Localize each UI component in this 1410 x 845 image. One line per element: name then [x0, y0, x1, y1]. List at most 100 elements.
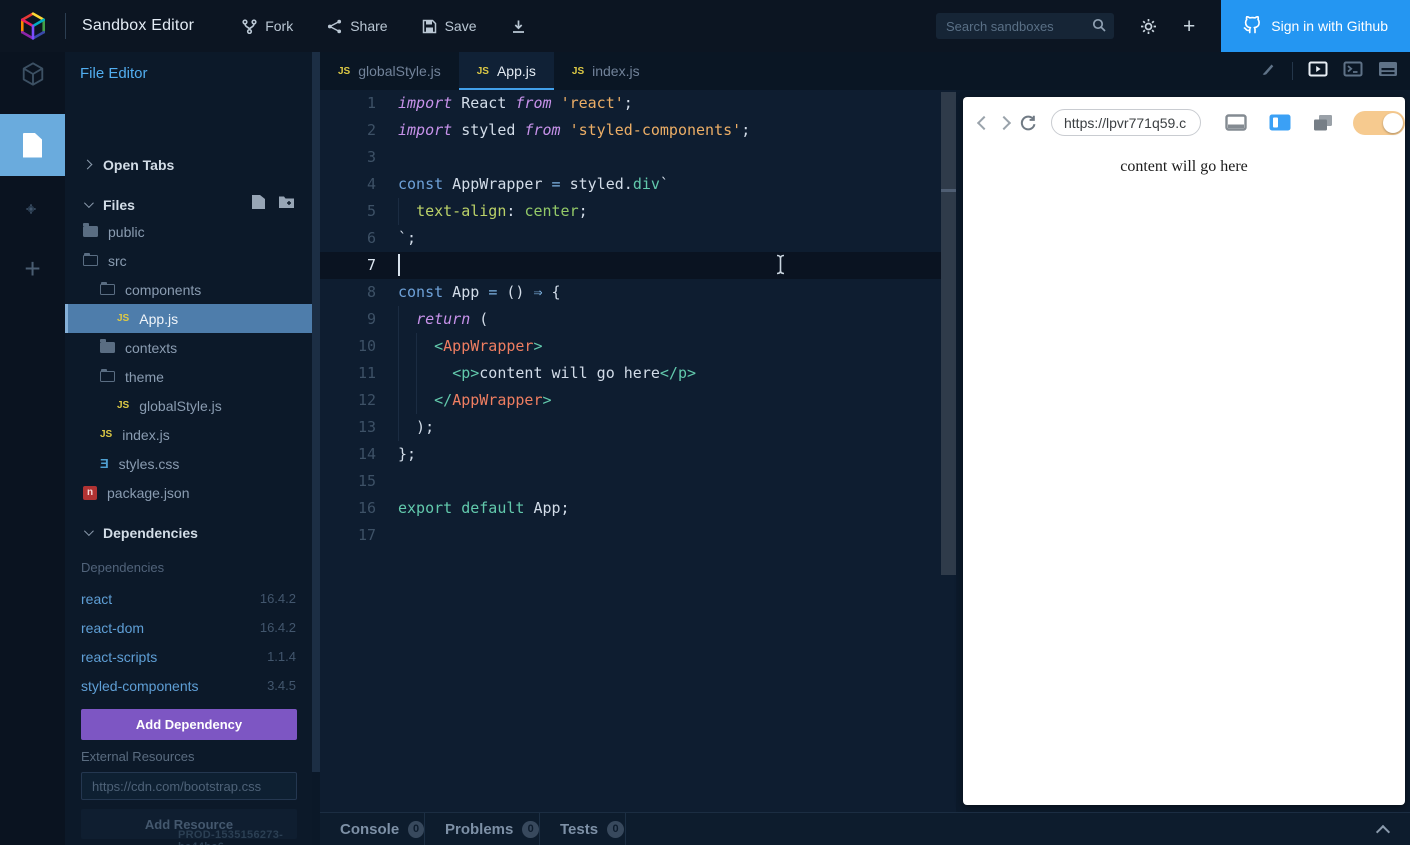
external-resource-input[interactable] [81, 772, 297, 800]
add-file-icon[interactable] [252, 195, 265, 214]
dependency-name: styled-components [81, 678, 199, 694]
split-view-icon[interactable] [1269, 114, 1291, 131]
forward-icon[interactable] [997, 115, 1011, 129]
files-section[interactable]: Files [65, 192, 312, 217]
tree-item-index-js[interactable]: JSindex.js [65, 420, 312, 449]
code-line-3: 3 [320, 144, 956, 171]
save-button[interactable]: Save [422, 18, 477, 34]
status-tab-problems[interactable]: Problems 0 [425, 813, 540, 845]
line-number: 2 [320, 117, 376, 144]
line-number: 3 [320, 144, 376, 171]
codesandbox-logo[interactable] [0, 0, 65, 52]
dependency-name: react [81, 591, 112, 607]
tree-item-styles-css[interactable]: Ǝstyles.css [65, 449, 312, 478]
tab-globalstyle-js[interactable]: JSglobalStyle.js [320, 52, 459, 90]
dependency-version: 1.1.4 [267, 649, 296, 664]
status-tab-console[interactable]: Console0 [320, 813, 425, 845]
tab-label: globalStyle.js [358, 63, 441, 79]
tab-label: App.js [497, 63, 536, 79]
layers-icon[interactable] [1313, 114, 1333, 132]
add-dependency-button[interactable]: Add Dependency [81, 709, 297, 740]
tree-item-globalstyle-js[interactable]: JSglobalStyle.js [65, 391, 312, 420]
npm-file-icon: n [83, 486, 97, 500]
mouse-ibeam-cursor [775, 254, 786, 279]
tree-item-label: src [108, 253, 127, 269]
rail-file-editor[interactable] [0, 114, 65, 176]
tree-item-src[interactable]: src [65, 246, 312, 275]
codesandbox-app: Sandbox Editor Fork Share [0, 0, 1410, 845]
monitor-icon[interactable] [1225, 114, 1247, 131]
file-editor-sidebar: File Editor Open Tabs Files publicsrccom… [65, 52, 312, 845]
paintbrush-icon[interactable] [1260, 60, 1277, 82]
code-line-5: 5 text-align: center; [320, 198, 956, 225]
code-line-9: 9 return ( [320, 306, 956, 333]
tree-item-public[interactable]: public [65, 217, 312, 246]
external-resources-label: External Resources [81, 749, 194, 764]
browser-view-icon[interactable] [1308, 61, 1328, 82]
tree-item-app-js[interactable]: JSApp.js [65, 304, 312, 333]
signin-github-button[interactable]: Sign in with Github [1221, 0, 1410, 52]
status-bar: Console0 Problems 0 Tests 0 [320, 812, 1410, 845]
tree-item-label: package.json [107, 485, 190, 501]
share-button[interactable]: Share [327, 18, 387, 34]
rail-sandbox-config[interactable] [0, 188, 65, 236]
editor-scrollbar[interactable] [941, 92, 956, 575]
editor-view-icon[interactable] [1378, 61, 1398, 82]
line-number: 13 [320, 414, 376, 441]
dependency-version: 16.4.2 [260, 620, 296, 635]
tree-item-theme[interactable]: theme [65, 362, 312, 391]
tab-index-js[interactable]: JSindex.js [554, 52, 658, 90]
line-number: 1 [320, 90, 376, 117]
js-file-icon: JS [117, 313, 129, 324]
tree-item-components[interactable]: components [65, 275, 312, 304]
tab-app-js[interactable]: JSApp.js [459, 52, 554, 90]
status-label: Problems [445, 821, 513, 838]
tree-item-contexts[interactable]: contexts [65, 333, 312, 362]
status-count-badge: 0 [522, 821, 539, 838]
dependency-react-scripts[interactable]: react-scripts1.1.4 [65, 642, 312, 671]
dependency-react[interactable]: react16.4.2 [65, 584, 312, 613]
url-input[interactable] [1051, 109, 1201, 136]
rail-add-icon[interactable]: + [0, 244, 65, 294]
tree-item-label: theme [125, 369, 164, 385]
code-line-13: 13 ); [320, 414, 956, 441]
search-input[interactable] [936, 19, 1150, 34]
preview-toggle[interactable] [1353, 111, 1405, 135]
rail-project-icon[interactable] [0, 52, 65, 100]
status-label: Tests [560, 821, 598, 838]
tree-item-label: styles.css [119, 456, 180, 472]
dependency-styled-components[interactable]: styled-components3.4.5 [65, 671, 312, 700]
line-number: 5 [320, 198, 376, 225]
code-line-8: 8const App = () ⇒ { [320, 279, 956, 306]
fork-button[interactable]: Fork [242, 18, 293, 34]
tree-item-label: globalStyle.js [139, 398, 222, 414]
line-number: 12 [320, 387, 376, 414]
add-folder-icon[interactable] [279, 195, 294, 214]
search-icon[interactable] [1092, 18, 1107, 38]
folder-open-icon [100, 284, 115, 295]
dependency-react-dom[interactable]: react-dom16.4.2 [65, 613, 312, 642]
file-icon [23, 133, 42, 158]
chevron-up-icon[interactable] [1376, 825, 1390, 839]
sidebar-resizer[interactable] [312, 52, 320, 772]
line-number: 7 [320, 252, 376, 279]
console-view-icon[interactable] [1343, 61, 1363, 82]
open-tabs-section[interactable]: Open Tabs [65, 152, 312, 177]
cube-icon [20, 61, 46, 92]
text-cursor [398, 254, 400, 276]
line-number: 16 [320, 495, 376, 522]
status-tab-tests[interactable]: Tests 0 [540, 813, 626, 845]
code-editor[interactable]: 1import React from 'react';2import style… [320, 90, 956, 812]
dependencies-section[interactable]: Dependencies [65, 520, 312, 545]
back-icon[interactable] [977, 115, 991, 129]
tree-item-package-json[interactable]: n package.json [65, 478, 312, 507]
chevron-down-icon [84, 526, 94, 536]
toggle-knob [1383, 113, 1403, 133]
save-icon [422, 19, 437, 34]
line-number: 11 [320, 360, 376, 387]
code-line-1: 1import React from 'react'; [320, 90, 956, 117]
download-button[interactable] [511, 19, 526, 34]
status-count-badge: 0 [607, 821, 624, 838]
refresh-icon[interactable] [1019, 114, 1037, 132]
plus-icon[interactable]: + [1183, 16, 1195, 37]
